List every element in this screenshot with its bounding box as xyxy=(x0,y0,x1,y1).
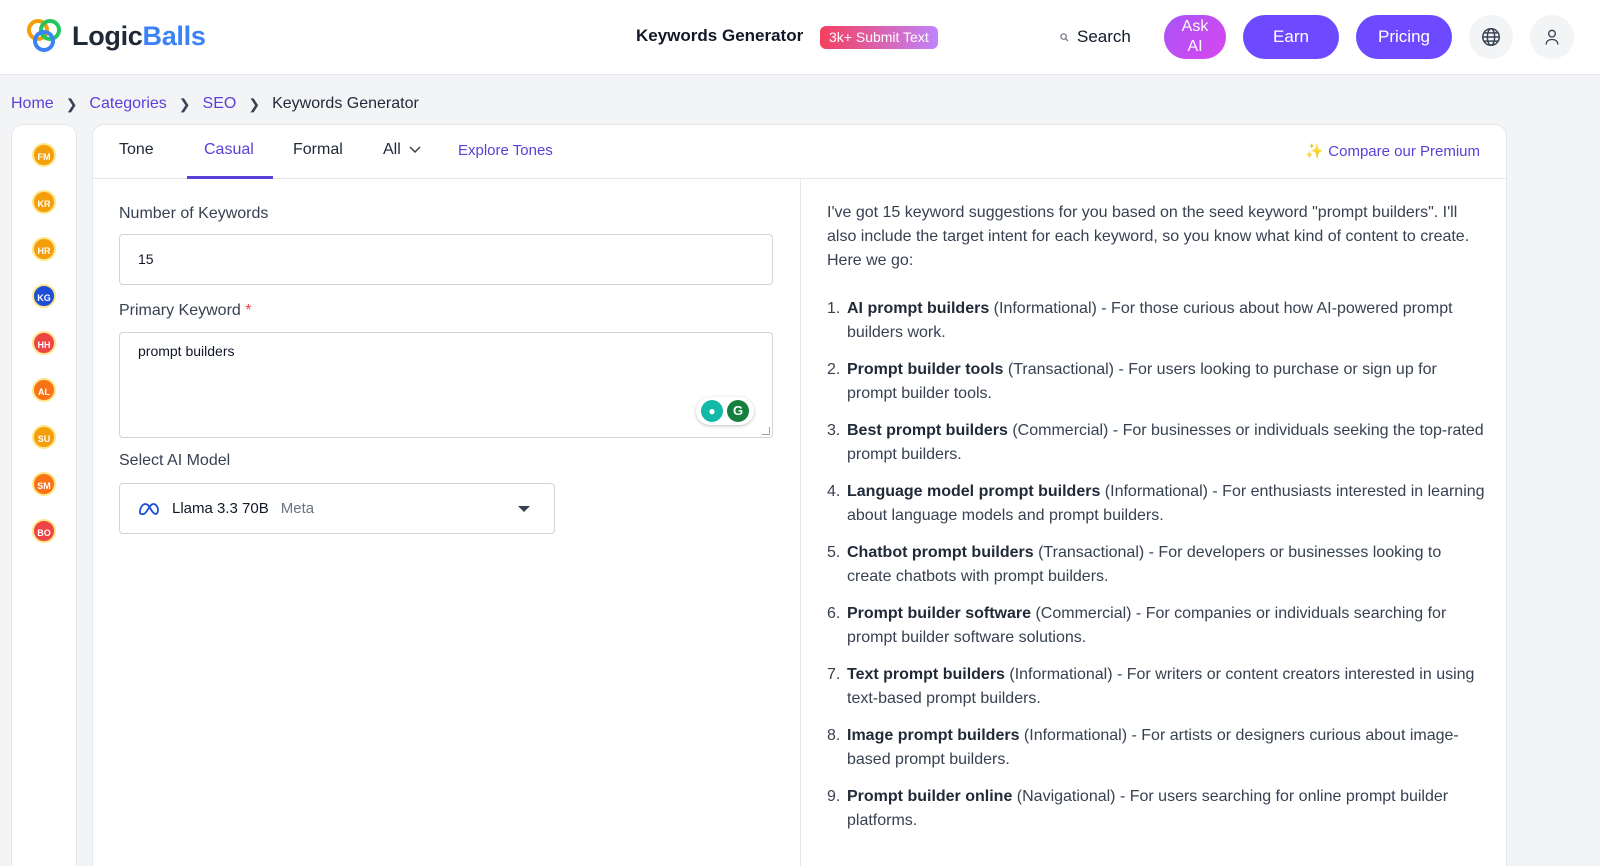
tab-all-dropdown[interactable]: All xyxy=(383,141,421,159)
model-select[interactable]: Llama 3.3 70B Meta xyxy=(119,483,555,534)
meta-logo-icon xyxy=(139,502,159,515)
breadcrumb-categories[interactable]: Categories xyxy=(89,95,166,113)
grammarly-icon: G xyxy=(727,400,749,422)
globe-icon xyxy=(1482,28,1500,46)
submit-count-badge: 3k+ Submit Text xyxy=(820,26,938,49)
list-item: 4. Language model prompt builders (Inform… xyxy=(827,483,1485,524)
model-name: Llama 3.3 70B xyxy=(172,500,269,517)
logo[interactable]: LogicBalls xyxy=(24,16,206,56)
breadcrumb-seo[interactable]: SEO xyxy=(203,95,237,113)
sidebar-item-kr[interactable]: KR xyxy=(32,190,56,214)
sidebar-item-hh[interactable]: HH xyxy=(32,331,56,355)
language-button[interactable] xyxy=(1469,15,1513,59)
primary-keyword-textarea[interactable]: prompt builders ● G xyxy=(119,332,773,438)
compare-premium-link[interactable]: ✨ Compare our Premium xyxy=(1305,142,1480,160)
list-item: 9. Prompt builder online (Navigational) -… xyxy=(827,788,1449,829)
sidebar-item-kg[interactable]: KG xyxy=(32,284,56,308)
breadcrumb: Home ❯ Categories ❯ SEO ❯ Keywords Gener… xyxy=(11,95,419,113)
sidebar-item-sm[interactable]: SM xyxy=(32,472,56,496)
ask-ai-button[interactable]: Ask AI xyxy=(1164,15,1226,59)
output-intro: I've got 15 keyword suggestions for you … xyxy=(827,204,1470,269)
search-label: Search xyxy=(1077,27,1131,46)
logo-text: LogicBalls xyxy=(72,20,206,51)
num-keywords-label: Number of Keywords xyxy=(119,205,269,222)
account-button[interactable] xyxy=(1530,15,1574,59)
generated-output: I've got 15 keyword suggestions for you … xyxy=(827,201,1487,846)
earn-button[interactable]: Earn xyxy=(1243,15,1339,59)
tool-card: Tone Casual Formal All Explore Tones ✨ C… xyxy=(92,124,1507,866)
sidebar-item-al[interactable]: AL xyxy=(32,378,56,402)
chevron-right-icon: ❯ xyxy=(178,95,191,112)
tab-tone[interactable]: Tone xyxy=(119,141,154,159)
grammarly-widget[interactable]: ● G xyxy=(696,397,754,425)
list-item: 6. Prompt builder software (Commercial) -… xyxy=(827,605,1447,646)
list-item: 2. Prompt builder tools (Transactional) -… xyxy=(827,361,1437,402)
list-item: 8. Image prompt builders (Informational) … xyxy=(827,727,1459,768)
chevron-right-icon: ❯ xyxy=(65,95,78,112)
chevron-down-icon xyxy=(409,146,421,154)
sidebar-item-fm[interactable]: FM xyxy=(32,143,56,167)
chevron-right-icon: ❯ xyxy=(248,95,261,112)
top-header: LogicBalls Keywords Generator 3k+ Submit… xyxy=(0,0,1600,75)
active-tab-indicator xyxy=(187,176,273,179)
panel-divider xyxy=(800,179,801,866)
list-item: 5. Chatbot prompt builders (Transactional… xyxy=(827,544,1442,585)
logo-icon xyxy=(27,19,61,52)
model-vendor: Meta xyxy=(280,500,315,517)
caret-down-icon xyxy=(518,506,530,512)
recent-tools-sidebar: FM KR HR KG HH AL SU SM BO xyxy=(11,124,77,866)
sidebar-item-su[interactable]: SU xyxy=(32,425,56,449)
page-title: Keywords Generator xyxy=(636,26,804,45)
required-mark: * xyxy=(245,302,252,319)
search-button[interactable]: Search xyxy=(1060,27,1131,47)
sidebar-item-hr[interactable]: HR xyxy=(32,237,56,261)
sidebar-item-bo[interactable]: BO xyxy=(32,519,56,543)
explore-tones-link[interactable]: Explore Tones xyxy=(458,142,553,159)
user-icon xyxy=(1545,29,1559,45)
primary-keyword-label: Primary Keyword * xyxy=(119,302,252,319)
tone-tabs: Tone Casual Formal All Explore Tones ✨ C… xyxy=(93,125,1506,179)
list-item: 3. Best prompt builders (Commercial) - Fo… xyxy=(827,422,1484,463)
list-item: 7. Text prompt builders (Informational) -… xyxy=(827,666,1475,707)
search-icon xyxy=(1060,32,1069,42)
tab-formal[interactable]: Formal xyxy=(293,141,343,159)
sparkle-icon: ✨ xyxy=(1305,143,1325,160)
pricing-button[interactable]: Pricing xyxy=(1356,15,1452,59)
resize-handle-icon[interactable] xyxy=(762,427,770,435)
keyword-list: 1. AI prompt builders (Informational) - F… xyxy=(827,297,1487,833)
list-item: 1. AI prompt builders (Informational) - F… xyxy=(827,300,1453,341)
breadcrumb-current: Keywords Generator xyxy=(272,95,419,112)
breadcrumb-home[interactable]: Home xyxy=(11,95,54,113)
num-keywords-input[interactable]: 15 xyxy=(119,234,773,285)
model-label: Select AI Model xyxy=(119,452,231,469)
tab-casual[interactable]: Casual xyxy=(204,141,254,159)
lightbulb-icon: ● xyxy=(701,400,723,422)
